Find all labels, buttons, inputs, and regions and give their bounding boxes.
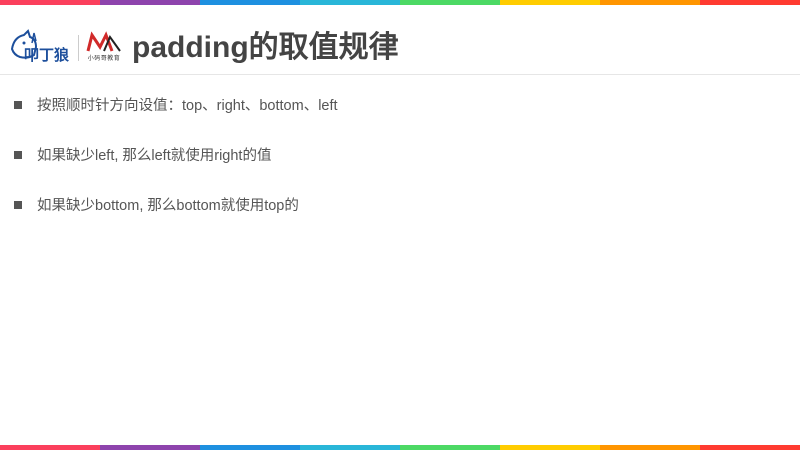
- square-bullet-icon: [14, 100, 22, 109]
- list-item: 按照顺时针方向设值：top、right、bottom、left: [14, 92, 338, 117]
- logo-secondary-text: 小码哥教育: [87, 55, 121, 62]
- bullet-list: 按照顺时针方向设值：top、right、bottom、left 如果缺少left…: [14, 92, 338, 242]
- slide-header: 叩丁狼 小码哥教育 padding的取值规律: [0, 5, 800, 75]
- color-segment: [500, 445, 600, 450]
- logo-divider: [78, 35, 79, 61]
- color-segment: [600, 445, 700, 450]
- square-bullet-icon: [14, 200, 22, 209]
- bullet-text: 如果缺少bottom, 那么bottom就使用top的: [37, 198, 299, 214]
- page-title: padding的取值规律: [132, 31, 399, 64]
- list-item: 如果缺少left, 那么left就使用right的值: [14, 142, 338, 167]
- brand-logo: 小码哥教育: [82, 31, 126, 67]
- color-segment: [100, 445, 200, 450]
- bullet-text: 如果缺少left, 那么left就使用right的值: [37, 148, 272, 164]
- color-segment: [400, 445, 500, 450]
- wolf-logo: 叩丁狼: [10, 29, 74, 65]
- bottom-color-bar: [0, 445, 800, 450]
- color-segment: [200, 445, 300, 450]
- logo-primary-text: 叩丁狼: [24, 46, 70, 64]
- color-segment: [700, 445, 800, 450]
- wolf-logo-icon: 叩丁狼: [10, 29, 70, 64]
- color-segment: [0, 445, 100, 450]
- m-logo-icon: [86, 31, 121, 52]
- list-item: 如果缺少bottom, 那么bottom就使用top的: [14, 192, 338, 217]
- square-bullet-icon: [14, 150, 22, 159]
- bullet-text: 按照顺时针方向设值：top、right、bottom、left: [37, 98, 338, 114]
- color-segment: [300, 445, 400, 450]
